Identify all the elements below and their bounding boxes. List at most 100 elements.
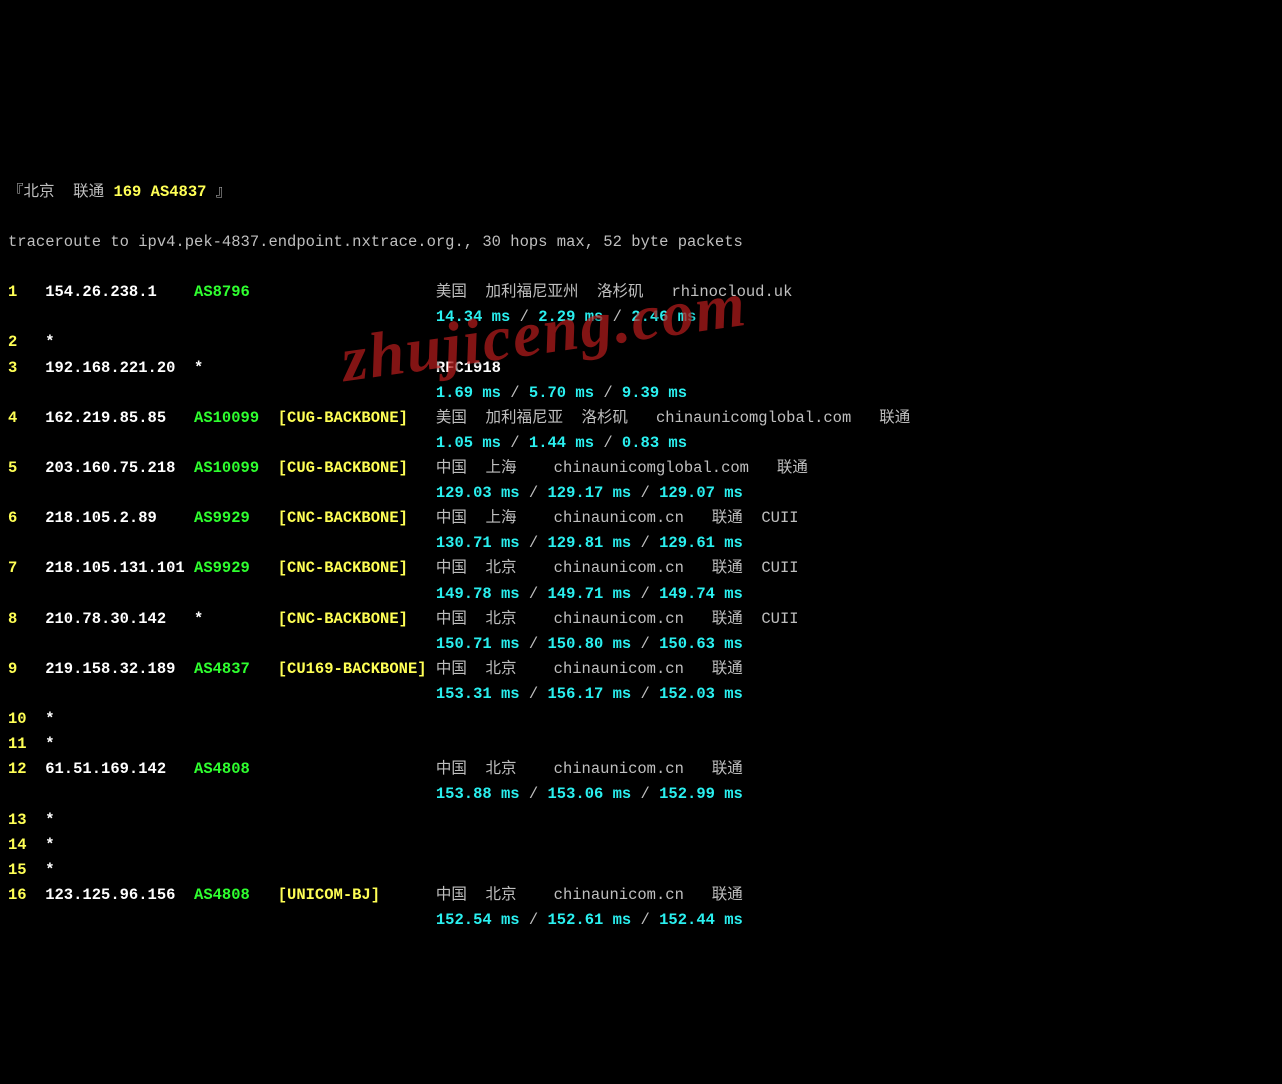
hop-ip: 154.26.238.1 xyxy=(45,280,194,305)
hop-ip: 203.160.75.218 xyxy=(45,456,194,481)
hop-number: 5 xyxy=(8,456,45,481)
hop-geo: 中国 北京 chinaunicom.cn 联通 xyxy=(436,760,743,778)
hop-number: 4 xyxy=(8,406,45,431)
header-line: 『北京 联通 169 AS4837 』 xyxy=(8,180,1274,205)
hop-asn: * xyxy=(194,356,278,381)
hop-backbone-tag: [UNICOM-BJ] xyxy=(278,883,436,908)
hop-number: 13 xyxy=(8,808,45,833)
hop-asn: AS10099 xyxy=(194,406,278,431)
hop-asn: AS4837 xyxy=(194,657,278,682)
hop-asn: AS9929 xyxy=(194,556,278,581)
terminal-output: 『北京 联通 169 AS4837 』 traceroute to ipv4.p… xyxy=(8,155,1274,959)
hop-time-1: 130.71 ms xyxy=(436,534,520,552)
hop-time-1: 14.34 ms xyxy=(436,308,510,326)
hop-timing-row: 14.34 ms / 2.29 ms / 2.46 ms xyxy=(8,305,1274,330)
hop-row: 1154.26.238.1AS8796 美国 加利福尼亚州 洛杉矶 rhinocl… xyxy=(8,280,1274,305)
hop-time-3: 0.83 ms xyxy=(622,434,687,452)
hop-ip: 123.125.96.156 xyxy=(45,883,194,908)
hop-row: 8210.78.30.142*[CNC-BACKBONE]中国 北京 china… xyxy=(8,607,1274,632)
hop-time-3: 129.61 ms xyxy=(659,534,743,552)
hop-time-3: 129.07 ms xyxy=(659,484,743,502)
hop-time-3: 152.99 ms xyxy=(659,785,743,803)
hop-row: 7218.105.131.101AS9929[CNC-BACKBONE]中国 北… xyxy=(8,556,1274,581)
hop-row: 16123.125.96.156AS4808[UNICOM-BJ]中国 北京 c… xyxy=(8,883,1274,908)
hop-geo: 中国 上海 chinaunicomglobal.com 联通 xyxy=(436,459,808,477)
hop-row: 9219.158.32.189AS4837[CU169-BACKBONE]中国 … xyxy=(8,657,1274,682)
hops-container: 1154.26.238.1AS8796 美国 加利福尼亚州 洛杉矶 rhinocl… xyxy=(8,280,1274,933)
hop-number: 1 xyxy=(8,280,45,305)
hop-backbone-tag: [CUG-BACKBONE] xyxy=(278,456,436,481)
hop-ip: * xyxy=(45,707,194,732)
hop-time-2: 156.17 ms xyxy=(547,685,631,703)
hop-number: 11 xyxy=(8,732,45,757)
hop-time-3: 9.39 ms xyxy=(622,384,687,402)
hop-row: 3192.168.221.20*RFC1918 xyxy=(8,356,1274,381)
hop-backbone-tag: [CUG-BACKBONE] xyxy=(278,406,436,431)
hop-ip: * xyxy=(45,330,194,355)
hop-asn: AS4808 xyxy=(194,757,278,782)
hop-time-2: 1.44 ms xyxy=(529,434,594,452)
hop-time-2: 150.80 ms xyxy=(547,635,631,653)
hop-asn: AS8796 xyxy=(194,280,278,305)
hop-timing-row: 150.71 ms / 150.80 ms / 150.63 ms xyxy=(8,632,1274,657)
hop-time-2: 2.29 ms xyxy=(538,308,603,326)
hop-backbone-tag: [CNC-BACKBONE] xyxy=(278,506,436,531)
hop-timing-row: 130.71 ms / 129.81 ms / 129.61 ms xyxy=(8,531,1274,556)
hop-geo: 中国 北京 chinaunicom.cn 联通 xyxy=(436,660,743,678)
hop-time-2: 129.81 ms xyxy=(547,534,631,552)
hop-geo: 美国 加利福尼亚州 洛杉矶 rhinocloud.uk xyxy=(436,283,793,301)
hop-number: 3 xyxy=(8,356,45,381)
hop-time-1: 1.05 ms xyxy=(436,434,501,452)
hop-ip: 218.105.131.101 xyxy=(45,556,194,581)
hop-row: 11* xyxy=(8,732,1274,757)
hop-geo: 中国 北京 chinaunicom.cn 联通 xyxy=(436,886,743,904)
hop-number: 14 xyxy=(8,833,45,858)
hop-row: 15* xyxy=(8,858,1274,883)
hop-time-2: 5.70 ms xyxy=(529,384,594,402)
hop-asn: * xyxy=(194,607,278,632)
hop-row: 4162.219.85.85AS10099[CUG-BACKBONE]美国 加利… xyxy=(8,406,1274,431)
hop-ip: 192.168.221.20 xyxy=(45,356,194,381)
hop-time-1: 152.54 ms xyxy=(436,911,520,929)
hop-time-2: 152.61 ms xyxy=(547,911,631,929)
hop-number: 8 xyxy=(8,607,45,632)
hop-time-2: 149.71 ms xyxy=(547,585,631,603)
traceroute-command-line: traceroute to ipv4.pek-4837.endpoint.nxt… xyxy=(8,230,1274,255)
hop-geo: 中国 北京 chinaunicom.cn 联通 CUII xyxy=(436,559,799,577)
hop-ip: * xyxy=(45,858,194,883)
hop-number: 9 xyxy=(8,657,45,682)
hop-time-1: 150.71 ms xyxy=(436,635,520,653)
hop-ip: 61.51.169.142 xyxy=(45,757,194,782)
hop-timing-row: 153.88 ms / 153.06 ms / 152.99 ms xyxy=(8,782,1274,807)
hop-time-1: 153.88 ms xyxy=(436,785,520,803)
hop-time-1: 1.69 ms xyxy=(436,384,501,402)
hop-time-2: 129.17 ms xyxy=(547,484,631,502)
hop-backbone-tag: [CNC-BACKBONE] xyxy=(278,556,436,581)
hop-ip: * xyxy=(45,732,194,757)
hop-timing-row: 129.03 ms / 129.17 ms / 129.07 ms xyxy=(8,481,1274,506)
hop-ip: 218.105.2.89 xyxy=(45,506,194,531)
hop-ip: * xyxy=(45,808,194,833)
hop-timing-row: 1.69 ms / 5.70 ms / 9.39 ms xyxy=(8,381,1274,406)
hop-backbone-tag: [CU169-BACKBONE] xyxy=(278,657,436,682)
hop-time-3: 152.44 ms xyxy=(659,911,743,929)
hop-geo: 中国 北京 chinaunicom.cn 联通 CUII xyxy=(436,610,799,628)
hop-time-1: 129.03 ms xyxy=(436,484,520,502)
hop-asn: AS4808 xyxy=(194,883,278,908)
hop-timing-row: 153.31 ms / 156.17 ms / 152.03 ms xyxy=(8,682,1274,707)
hop-backbone-tag: [CNC-BACKBONE] xyxy=(278,607,436,632)
hop-time-1: 149.78 ms xyxy=(436,585,520,603)
hop-asn: AS10099 xyxy=(194,456,278,481)
hop-time-3: 2.46 ms xyxy=(631,308,696,326)
hop-timing-row: 1.05 ms / 1.44 ms / 0.83 ms xyxy=(8,431,1274,456)
hop-geo: 美国 加利福尼亚 洛杉矶 chinaunicomglobal.com 联通 xyxy=(436,409,910,427)
hop-row: 14* xyxy=(8,833,1274,858)
hop-geo: 中国 上海 chinaunicom.cn 联通 CUII xyxy=(436,509,799,527)
hop-row: 2* xyxy=(8,330,1274,355)
hop-time-1: 153.31 ms xyxy=(436,685,520,703)
hop-number: 7 xyxy=(8,556,45,581)
hop-ip: * xyxy=(45,833,194,858)
hop-asn: AS9929 xyxy=(194,506,278,531)
hop-number: 6 xyxy=(8,506,45,531)
hop-number: 15 xyxy=(8,858,45,883)
